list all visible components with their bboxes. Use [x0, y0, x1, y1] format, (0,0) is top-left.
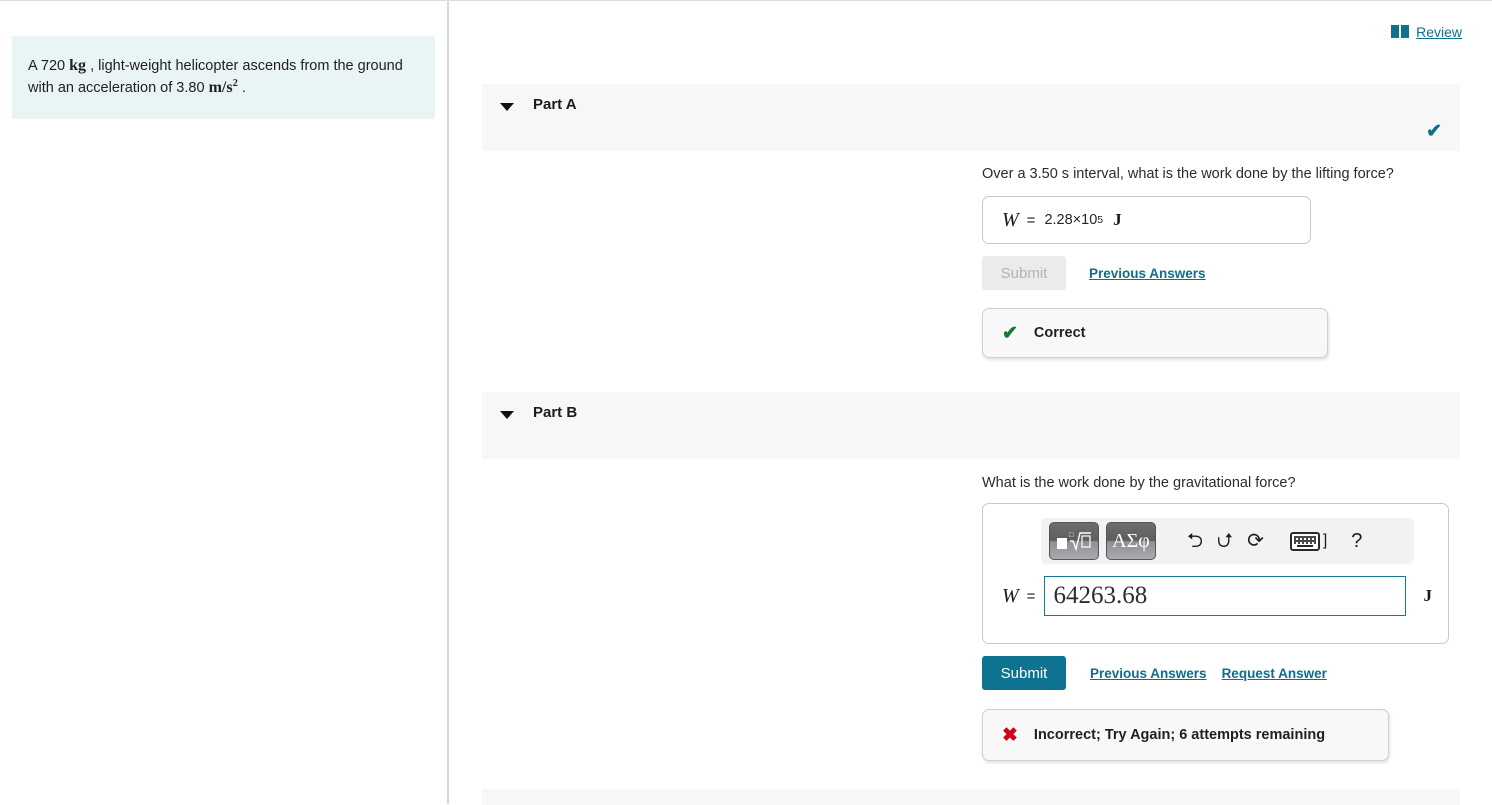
part-a-status-check-icon: ✔ [1426, 121, 1442, 142]
part-a-submit-button[interactable]: Submit [982, 256, 1066, 290]
next-part-header[interactable] [482, 789, 1460, 805]
part-a-equals: = [1026, 211, 1036, 229]
part-b-answer-input[interactable] [1044, 576, 1407, 616]
problem-suffix: . [241, 80, 246, 96]
part-b-feedback-text: Incorrect; Try Again; 6 attempts remaini… [1033, 727, 1326, 743]
part-b-actions: Submit Previous Answers Request Answer [982, 656, 1327, 690]
part-b-variable: W [1002, 584, 1019, 607]
part-b-feedback: ✖ Incorrect; Try Again; 6 attempts remai… [982, 709, 1389, 761]
book-icon [1391, 25, 1410, 38]
part-b-title: Part B [533, 404, 578, 421]
collapse-caret-icon[interactable] [500, 103, 514, 111]
part-a-title: Part A [533, 96, 577, 113]
part-a-answer-unit: J [1113, 210, 1122, 229]
collapse-caret-icon[interactable] [500, 411, 514, 419]
part-b-equals: = [1026, 587, 1036, 605]
part-b-answer-row: W = J [1002, 576, 1432, 616]
part-b-previous-answers-link[interactable]: Previous Answers [1090, 666, 1207, 681]
template-sqrt-button[interactable]: □ [1049, 522, 1099, 560]
review-row: Review [1391, 24, 1462, 40]
incorrect-cross-icon: ✖ [1002, 724, 1018, 746]
assignment-panel: Review Part A ✔ Over a 3.50 s interval, … [451, 1, 1492, 805]
part-b-header[interactable]: Part B [482, 392, 1460, 459]
bracket-glyph: ] [1322, 532, 1328, 549]
greek-symbols-button[interactable]: ΑΣφ [1106, 522, 1156, 560]
part-a-answer-display: W = 2.28×10 5 J [982, 196, 1311, 244]
part-b-answer-unit: J [1423, 586, 1432, 605]
correct-check-icon: ✔ [1002, 322, 1018, 344]
part-b-submit-button[interactable]: Submit [982, 656, 1066, 690]
template-sqrt-icon: □ [1057, 531, 1091, 552]
part-a-previous-answers-link[interactable]: Previous Answers [1089, 266, 1206, 281]
acceleration-unit-exponent: 2 [232, 78, 238, 90]
part-b-request-answer-link[interactable]: Request Answer [1222, 666, 1327, 681]
acceleration-unit: m/s [208, 79, 233, 96]
review-link[interactable]: Review [1416, 24, 1462, 40]
problem-statement: A 720 kg , light-weight helicopter ascen… [12, 36, 435, 119]
part-b-answer-entry: □ ΑΣφ ⮌ ⮍ ⟳ ] ? W = J [982, 503, 1449, 644]
part-a-header[interactable]: Part A ✔ [482, 84, 1460, 151]
help-icon[interactable]: ? [1351, 530, 1362, 553]
problem-panel: A 720 kg , light-weight helicopter ascen… [0, 1, 449, 804]
keyboard-icon[interactable] [1289, 531, 1320, 551]
part-a-answer-value: 2.28×10 [1044, 212, 1098, 228]
mass-unit: kg [69, 57, 87, 74]
math-toolbar: □ ΑΣφ ⮌ ⮍ ⟳ ] ? [1041, 518, 1414, 564]
part-a-question: Over a 3.50 s interval, what is the work… [982, 166, 1394, 182]
reset-icon[interactable]: ⟳ [1247, 531, 1264, 551]
part-a-variable: W [1002, 208, 1019, 231]
redo-icon[interactable]: ⮍ [1217, 531, 1233, 551]
part-b-question: What is the work done by the gravitation… [982, 475, 1296, 491]
undo-icon[interactable]: ⮌ [1187, 531, 1203, 551]
svg-text:□: □ [1069, 531, 1074, 539]
part-a-feedback: ✔ Correct [982, 308, 1328, 358]
part-a-actions: Submit Previous Answers [982, 256, 1206, 290]
part-a-feedback-text: Correct [1033, 325, 1086, 341]
problem-prefix: A 720 [28, 58, 66, 74]
